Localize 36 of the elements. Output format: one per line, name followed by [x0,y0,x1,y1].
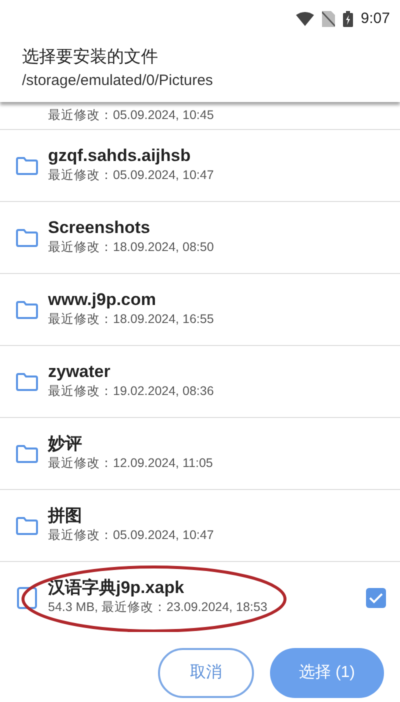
folder-date: 最近修改：05.09.2024, 10:47 [48,167,215,184]
folder-row[interactable]: www.j9p.com 最近修改：18.09.2024, 16:55 [0,274,400,346]
folder-name: 妙评 [48,434,83,454]
folder-row[interactable]: 妙评 最近修改：12.09.2024, 11:05 [0,418,400,490]
folder-path: /storage/emulated/0/Pictures [22,70,214,90]
folder-icon [16,300,38,318]
folder-name: 拼图 [48,506,83,526]
folder-date: 最近修改：19.02.2024, 08:36 [48,383,215,400]
file-details: 54.3 MB, 最近修改：23.09.2024, 18:53 [48,599,268,616]
folder-icon [16,372,38,390]
no-sim-icon [322,11,335,27]
folder-row[interactable]: gzqf.sahds.aijhsb 最近修改：05.09.2024, 10:47 [0,130,400,202]
folder-icon [16,444,38,462]
folder-name: www.j9p.com [48,290,158,310]
battery-icon [342,11,353,27]
checkbox[interactable] [366,588,386,608]
folder-icon [16,228,38,246]
folder-date: 最近修改：18.09.2024, 08:50 [48,239,215,256]
wifi-icon [296,12,314,26]
folder-icon [16,156,38,174]
folder-date: 最近修改：05.09.2024, 10:47 [48,527,215,544]
folder-row[interactable]: zywater 最近修改：19.02.2024, 08:36 [0,346,400,418]
file-row[interactable]: 汉语字典j9p.xapk 54.3 MB, 最近修改：23.09.2024, 18:53 [0,562,400,632]
folder-icon [16,516,38,534]
file-icon [16,586,38,610]
folder-row[interactable]: 拼图 最近修改：05.09.2024, 10:47 [0,490,400,562]
folder-name: Screenshots [48,218,152,238]
folder-date: 最近修改：18.09.2024, 16:55 [48,311,215,328]
file-date: 最近修改：05.09.2024, 10:45 [48,107,214,124]
folder-date: 最近修改：12.09.2024, 11:05 [48,455,214,472]
status-time: 9:07 [360,8,390,29]
folder-name: gzqf.sahds.aijhsb [48,146,192,166]
folder-row[interactable]: Screenshots 最近修改：18.09.2024, 08:50 [0,202,400,274]
folder-name: zywater [48,362,112,382]
dialog-title: 选择要安装的文件 [22,46,159,68]
file-name: 汉语字典j9p.xapk [48,578,186,598]
